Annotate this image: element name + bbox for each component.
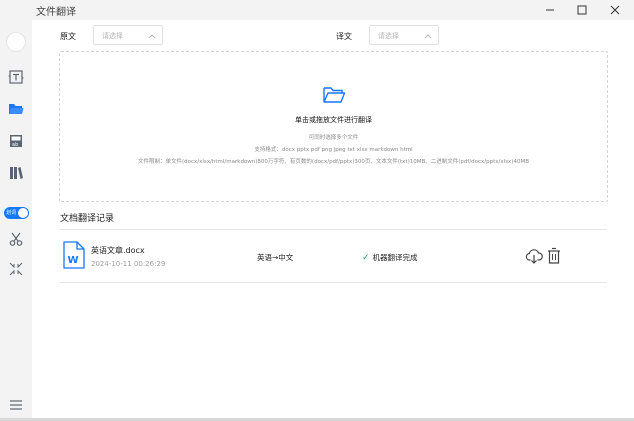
sidebar-item-library[interactable]: [0, 164, 32, 182]
collapse-icon: [9, 262, 23, 276]
source-language-label: 原文: [60, 32, 76, 41]
file-dropzone[interactable]: 单击或拖放文件进行翻译 可同时选择多个文件 支持格式：docx pptx pdf…: [59, 51, 608, 202]
row-divider: [60, 282, 607, 283]
file-time: 2024-10-11 00:26:29: [91, 260, 166, 268]
text-translate-icon: [8, 70, 24, 84]
target-language-select[interactable]: 请选择: [369, 25, 439, 45]
records-divider: [60, 229, 607, 230]
word-select-toggle[interactable]: 划词: [4, 207, 29, 219]
menu-icon: [10, 400, 22, 410]
minimize-button[interactable]: [532, 0, 568, 20]
close-button[interactable]: [597, 0, 633, 20]
sidebar-item-text-translate[interactable]: [0, 68, 32, 86]
chevron-up-icon: [148, 34, 156, 39]
file-name: 英语文章.docx: [91, 246, 145, 255]
target-language-label: 译文: [336, 32, 352, 41]
status-text: 机器翻译完成: [372, 253, 418, 262]
dropzone-limits: 文件限制：单文件(docx/xlsx/html/markdown)800万字符、…: [138, 159, 529, 165]
scissors-icon: [9, 232, 23, 246]
delete-button[interactable]: [547, 247, 561, 269]
sidebar-item-menu[interactable]: [0, 396, 32, 414]
check-icon: ✓: [362, 252, 370, 263]
chevron-up-icon: [424, 34, 432, 39]
close-icon: [610, 5, 620, 15]
target-language-placeholder: 请选择: [378, 32, 399, 40]
word-file-icon: W: [63, 241, 85, 269]
dropzone-hint: 可同时选择多个文件: [308, 135, 359, 141]
library-icon: [10, 167, 23, 179]
sidebar-item-collapse[interactable]: [0, 260, 32, 278]
toggle-knob: [18, 208, 28, 218]
source-language-placeholder: 请选择: [102, 32, 123, 40]
toggle-label: 划词: [6, 210, 17, 216]
folder-icon: [9, 104, 24, 114]
svg-text:ab: ab: [12, 142, 18, 148]
translation-direction: 英语→中文: [257, 253, 294, 262]
cloud-download-icon: [525, 249, 543, 264]
avatar[interactable]: [6, 32, 26, 52]
minimize-icon: [546, 9, 554, 11]
records-title: 文档翻译记录: [60, 214, 115, 224]
sidebar-item-file-translate[interactable]: [0, 100, 32, 118]
maximize-icon: [577, 5, 587, 15]
dropzone-title: 单击或拖放文件进行翻译: [295, 116, 372, 124]
sidebar-item-screenshot[interactable]: [0, 230, 32, 248]
image-translate-icon: ab: [10, 135, 22, 148]
status-badge: ✓ 机器翻译完成: [362, 252, 418, 263]
trash-icon: [548, 247, 560, 264]
maximize-button[interactable]: [564, 0, 600, 20]
source-language-select[interactable]: 请选择: [93, 25, 163, 45]
sidebar-item-image-translate[interactable]: ab: [0, 132, 32, 150]
window-title: 文件翻译: [36, 7, 76, 18]
download-button[interactable]: [525, 247, 543, 269]
dropzone-formats: 支持格式：docx pptx pdf png jpeg txt xlsx mar…: [254, 147, 413, 153]
svg-text:W: W: [68, 255, 79, 266]
sidebar: ab 划词: [0, 20, 32, 418]
folder-open-icon: [323, 87, 346, 103]
title-bar: 文件翻译: [0, 0, 634, 20]
